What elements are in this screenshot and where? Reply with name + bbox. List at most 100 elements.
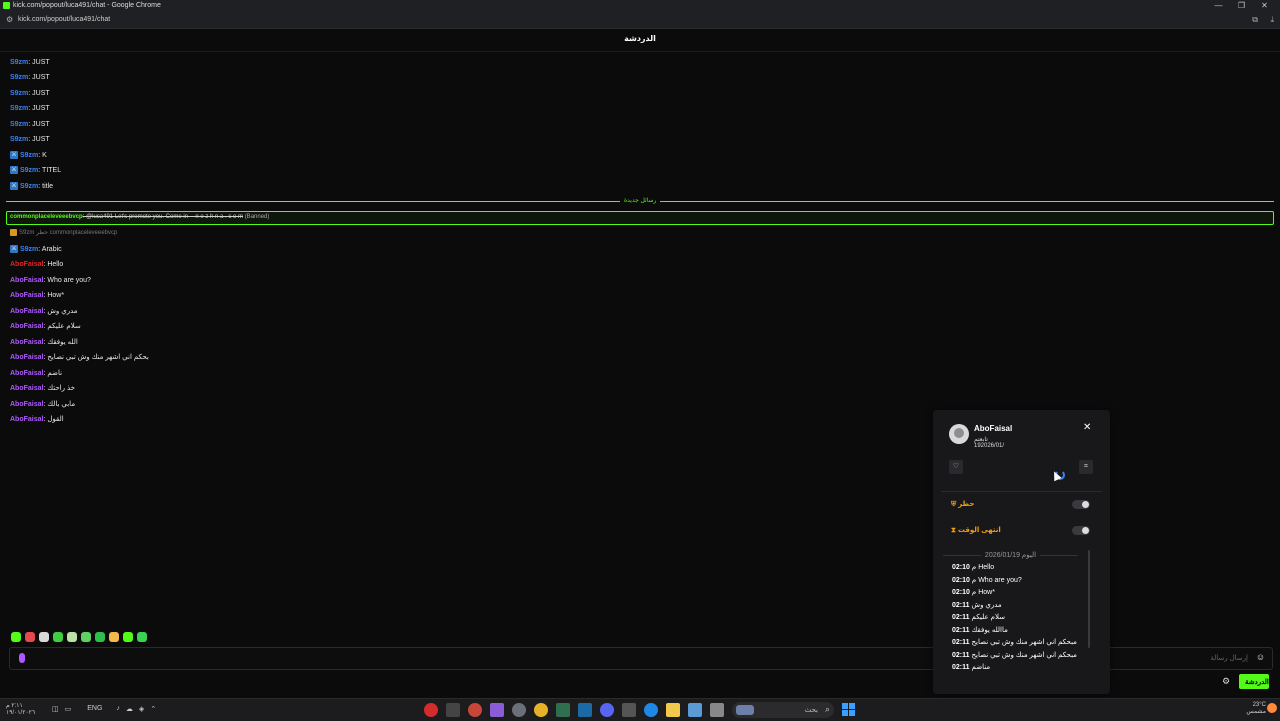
app-tray-icon[interactable]: ◈ (139, 705, 144, 713)
chat-message[interactable]: AboFaisal: خذ راحتك (10, 382, 75, 395)
volume-icon[interactable]: ♪ (116, 705, 120, 713)
chat-message[interactable]: AboFaisal: مدري وش (10, 305, 78, 318)
chat-username[interactable]: AboFaisal (10, 370, 43, 377)
emoji-picker-icon[interactable]: ☺ (1255, 652, 1266, 663)
store-app-icon[interactable] (688, 703, 702, 717)
settings-app-icon[interactable] (512, 703, 526, 717)
clock[interactable]: ٢:١١ م ١٩/٠١/٢٠٢٦ (6, 702, 35, 716)
capcut-app-icon[interactable] (490, 703, 504, 717)
record-app-icon[interactable] (424, 703, 438, 717)
chat-message[interactable]: S9zm: JUST (10, 56, 50, 69)
terminal-app-icon[interactable] (446, 703, 460, 717)
chat-message[interactable]: ⚔ S9zm: K (10, 149, 47, 162)
file-explorer-app-icon[interactable] (666, 703, 680, 717)
chat-message[interactable]: ⚔ S9zm: TITEL (10, 164, 61, 177)
display-icon[interactable]: ▭ (65, 705, 72, 713)
chat-username[interactable]: S9zm (10, 121, 28, 128)
chat-username[interactable]: AboFaisal (10, 323, 43, 330)
chat-message[interactable]: AboFaisal: Hello (10, 258, 63, 271)
emote-icon[interactable] (67, 632, 77, 642)
discord-app-icon[interactable] (600, 703, 614, 717)
chat-message[interactable]: S9zm: JUST (10, 102, 50, 115)
emote-icon[interactable] (137, 632, 147, 642)
notification-icon[interactable]: ◫ (52, 705, 59, 713)
chrome-app-icon[interactable] (534, 703, 548, 717)
chat-username[interactable]: AboFaisal (10, 385, 43, 392)
chat-username[interactable]: S9zm (10, 59, 28, 66)
excel-app-icon[interactable] (556, 703, 570, 717)
download-icon[interactable]: ⤓ (1270, 15, 1274, 25)
close-window-button[interactable]: ✕ (1253, 1, 1276, 10)
chat-message[interactable]: S9zm: JUST (10, 118, 50, 131)
chat-message[interactable]: AboFaisal: Who are you? (10, 274, 91, 287)
windows-start-icon[interactable] (842, 703, 855, 716)
chat-message[interactable]: AboFaisal: بحكم اني اشهر منك وش تبي نصاي… (10, 351, 149, 364)
network-icon[interactable]: ☁ (126, 705, 133, 713)
chat-message[interactable]: ⚔ S9zm: title (10, 180, 53, 193)
language-indicator[interactable]: ENG (87, 705, 102, 713)
chat-message[interactable]: AboFaisal: مابي بالك (10, 398, 75, 411)
history-scrollbar[interactable] (1088, 550, 1090, 648)
chat-username[interactable]: commonplaceleveeebvcp (10, 214, 83, 220)
chat-message[interactable]: S9zm: JUST (10, 71, 50, 84)
emote-icon[interactable] (11, 632, 21, 642)
chat-message[interactable]: AboFaisal: How* (10, 289, 64, 302)
chat-username[interactable]: AboFaisal (10, 261, 43, 268)
ban-toggle[interactable] (1072, 500, 1090, 509)
calendar-app-icon[interactable] (622, 703, 636, 717)
minimize-button[interactable]: — (1207, 1, 1230, 10)
chat-username[interactable]: AboFaisal (10, 292, 43, 299)
edge-app-icon[interactable] (644, 703, 658, 717)
banned-message[interactable]: commonplaceleveeebvcp: @luca491 Let's pr… (6, 211, 1274, 225)
chat-message[interactable]: S9zm: JUST (10, 87, 50, 100)
chat-message[interactable]: AboFaisal: ناضم (10, 367, 62, 380)
emote-icon[interactable] (123, 632, 133, 642)
weather-widget[interactable]: 23°C مشمس (1246, 702, 1266, 716)
chat-message[interactable]: AboFaisal: القول (10, 413, 64, 426)
chat-username[interactable]: S9zm (20, 152, 38, 159)
chat-username[interactable]: S9zm (10, 74, 28, 81)
chat-username[interactable]: S9zm (10, 90, 28, 97)
close-icon[interactable]: ✕ (1083, 422, 1091, 433)
chat-username[interactable]: S9zm (20, 246, 38, 253)
history-item: 02:11 سلام عليكم (952, 614, 1005, 621)
chat-message[interactable]: S9zm: JUST (10, 133, 50, 146)
chat-username[interactable]: AboFaisal (10, 416, 43, 423)
emote-icon[interactable] (25, 632, 35, 642)
heart-icon[interactable]: ♡ (949, 460, 963, 474)
chat-username[interactable]: AboFaisal (10, 339, 43, 346)
app-icon[interactable] (468, 703, 482, 717)
chat-username[interactable]: AboFaisal (10, 308, 43, 315)
restore-button[interactable]: ❐ (1230, 1, 1253, 10)
send-chat-button[interactable]: الدردشة (1239, 674, 1269, 689)
url-text[interactable]: kick.com/popout/luca491/chat (18, 16, 110, 23)
chat-username[interactable]: S9zm (20, 183, 38, 190)
user-card-date: 192026/01/ (974, 443, 1005, 449)
user-card-username[interactable]: AboFaisal (974, 424, 1012, 433)
chat-username[interactable]: S9zm (10, 105, 28, 112)
timeout-toggle[interactable] (1072, 526, 1090, 535)
chat-username[interactable]: AboFaisal (10, 277, 43, 284)
notes-app-icon[interactable] (710, 703, 724, 717)
pin-icon[interactable]: ⌗ (1079, 460, 1093, 474)
chat-message[interactable]: AboFaisal: سلام عليكم (10, 320, 81, 333)
chat-username[interactable]: S9zm (20, 167, 38, 174)
mic-icon[interactable] (19, 653, 25, 663)
emote-icon[interactable] (39, 632, 49, 642)
translate-icon[interactable]: ⧉ (1252, 15, 1258, 25)
emote-icon[interactable] (53, 632, 63, 642)
chat-settings-icon[interactable]: ⚙ (1222, 676, 1230, 687)
chat-message[interactable]: AboFaisal: الله يوفقك (10, 336, 78, 349)
emote-icon[interactable] (81, 632, 91, 642)
taskbar-search-input[interactable]: بحث ⌕ (732, 702, 834, 718)
chevron-up-icon[interactable]: ⌃ (150, 705, 156, 713)
site-settings-icon[interactable]: ⚙ (6, 15, 13, 24)
chat-username[interactable]: AboFaisal (10, 354, 43, 361)
chat-username[interactable]: AboFaisal (10, 401, 43, 408)
steam-app-icon[interactable] (578, 703, 592, 717)
emote-icon[interactable] (109, 632, 119, 642)
chat-message[interactable]: ⚔ S9zm: Arabic (10, 243, 62, 256)
chat-username[interactable]: S9zm (10, 136, 28, 143)
timeout-label: انتهى الوقت (957, 527, 1001, 534)
emote-icon[interactable] (95, 632, 105, 642)
